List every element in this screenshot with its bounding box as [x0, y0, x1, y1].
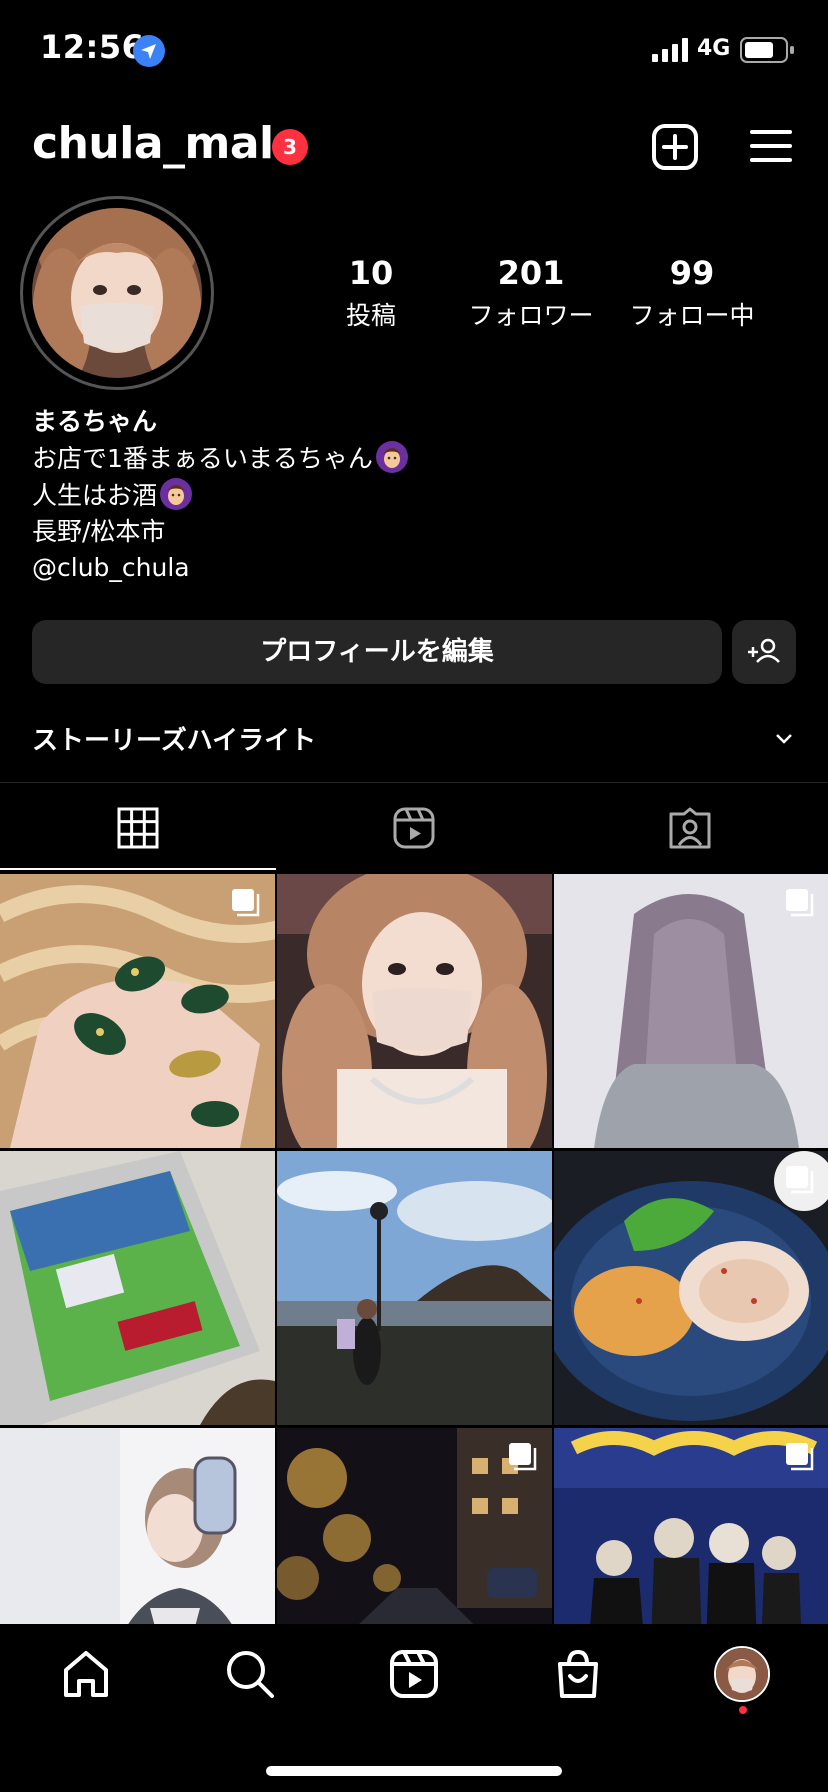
tab-reels[interactable] [276, 786, 552, 870]
profile-bio: まるちゃん お店で1番まぁるいまるちゃん 人生はお酒 長野/松本市 @club_… [32, 404, 792, 586]
post-thumbnail[interactable] [0, 874, 275, 1148]
bio-link[interactable]: @club_chula [32, 550, 792, 586]
reels-icon [393, 807, 435, 849]
tab-posts-grid[interactable] [0, 786, 276, 870]
bio-text: お店で1番まぁるいまるちゃん [32, 444, 373, 473]
post-thumbnail[interactable] [554, 874, 828, 1148]
add-person-icon [748, 638, 780, 663]
tagged-icon [669, 807, 711, 849]
home-indicator[interactable] [266, 1766, 562, 1776]
signal-icon [652, 38, 688, 62]
stat-label: フォロワー [468, 301, 594, 330]
posts-count[interactable]: 10 投稿 [296, 254, 446, 332]
profile-name: まるちゃん [32, 407, 158, 436]
reels-nav-icon[interactable] [388, 1648, 440, 1700]
following-count[interactable]: 99 フォロー中 [617, 254, 767, 332]
grid-icon [117, 807, 159, 849]
battery-icon [740, 37, 794, 63]
multiple-photos-icon [786, 889, 814, 917]
stat-value: 99 [669, 254, 715, 292]
discover-people-button[interactable] [732, 620, 796, 684]
stat-label: フォロー中 [629, 301, 755, 330]
bio-line: 人生はお酒 [32, 477, 792, 514]
multiple-photos-icon [232, 889, 260, 917]
post-thumbnail[interactable] [277, 874, 552, 1148]
divider [0, 782, 828, 783]
post-thumbnail[interactable] [277, 1151, 552, 1425]
post-image-tablet-soccer [0, 1151, 275, 1425]
edit-profile-button[interactable]: プロフィールを編集 [32, 620, 722, 684]
profile-tab-avatar[interactable] [714, 1646, 770, 1702]
bio-line: 長野/松本市 [32, 517, 166, 546]
stat-label: 投稿 [345, 301, 396, 330]
post-image-selfie [277, 874, 552, 1148]
home-icon[interactable] [60, 1648, 112, 1700]
network-label: 4G [697, 36, 731, 61]
status-bar: 12:56 4G [0, 0, 828, 96]
multiple-photos-icon [786, 1443, 814, 1471]
woman-gesturing-ok-emoji-icon [160, 478, 193, 510]
tab-tagged[interactable] [552, 786, 828, 870]
profile-username[interactable]: chula_mal [32, 118, 274, 169]
post-image-lakeside [277, 1151, 552, 1425]
location-arrow-icon [133, 35, 165, 67]
tab-selected-indicator [0, 868, 276, 870]
multiple-photos-icon [786, 1166, 814, 1194]
stat-value: 201 [497, 254, 565, 292]
followers-count[interactable]: 201 フォロワー [456, 254, 606, 332]
multiple-photos-icon [509, 1443, 537, 1471]
new-post-icon[interactable] [652, 124, 698, 170]
search-icon[interactable] [224, 1648, 276, 1700]
notification-badge: 3 [272, 129, 308, 165]
status-time: 12:56 [40, 28, 145, 66]
woman-gesturing-ok-emoji-icon [375, 441, 408, 473]
bio-text: 人生はお酒 [32, 481, 158, 510]
post-thumbnail[interactable] [554, 1151, 828, 1425]
shop-icon[interactable] [552, 1648, 604, 1700]
notification-dot [739, 1706, 747, 1714]
chevron-down-icon[interactable] [772, 726, 796, 750]
menu-icon[interactable] [750, 128, 792, 164]
profile-avatar[interactable] [32, 208, 202, 378]
stat-value: 10 [348, 254, 394, 292]
post-thumbnail[interactable] [0, 1151, 275, 1425]
story-highlights-label[interactable]: ストーリーズハイライト [32, 720, 316, 757]
bio-line: お店で1番まぁるいまるちゃん [32, 440, 792, 477]
